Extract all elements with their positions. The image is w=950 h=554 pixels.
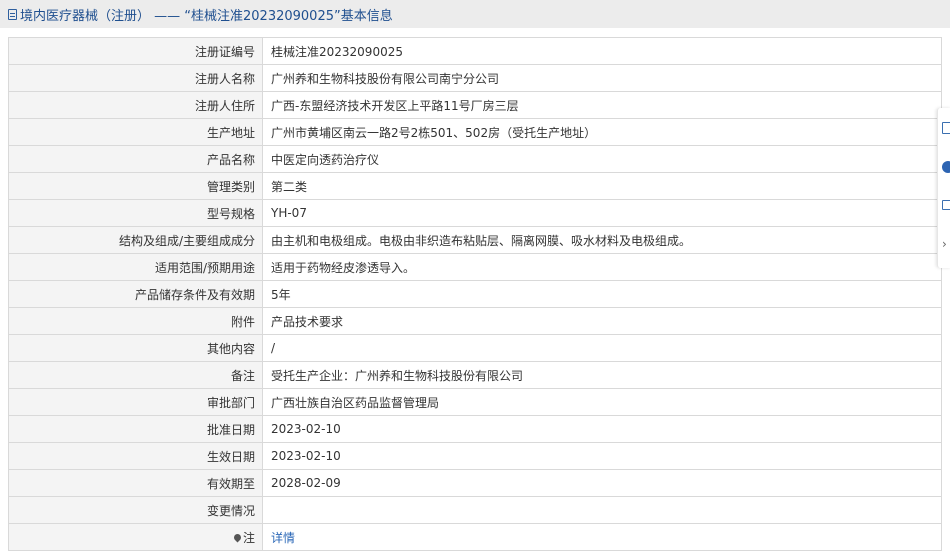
table-row: 适用范围/预期用途 适用于药物经皮渗透导入。 bbox=[8, 253, 942, 281]
row-value-valid-until: 2028-02-09 bbox=[262, 469, 942, 497]
table-row: 生产地址 广州市黄埔区南云一路2号2栋501、502房（受托生产地址） bbox=[8, 118, 942, 146]
row-value-registration-number: 桂械注准20232090025 bbox=[262, 37, 942, 65]
row-value-storage: 5年 bbox=[262, 280, 942, 308]
row-label-registration-number: 注册证编号 bbox=[8, 37, 263, 65]
table-row: 批准日期 2023-02-10 bbox=[8, 415, 942, 443]
table-row: 注册人名称 广州养和生物科技股份有限公司南宁分公司 bbox=[8, 64, 942, 92]
row-label-approval-dept: 审批部门 bbox=[8, 388, 263, 416]
row-label-structure: 结构及组成/主要组成成分 bbox=[8, 226, 263, 254]
side-toolbar: › bbox=[937, 108, 950, 268]
row-label-production-address: 生产地址 bbox=[8, 118, 263, 146]
row-value-remarks: 受托生产企业：广州养和生物科技股份有限公司 bbox=[262, 361, 942, 389]
table-row: 其他内容 / bbox=[8, 334, 942, 362]
row-value-structure: 由主机和电极组成。电极由非织造布粘贴层、隔离网膜、吸水材料及电极组成。 bbox=[262, 226, 942, 254]
print-icon[interactable] bbox=[942, 200, 950, 210]
row-value-intended-use: 适用于药物经皮渗透导入。 bbox=[262, 253, 942, 281]
row-label-note: 注 bbox=[8, 523, 263, 551]
table-row: 产品名称 中医定向透药治疗仪 bbox=[8, 145, 942, 173]
collapse-arrow-icon[interactable]: › bbox=[942, 238, 950, 250]
row-label-registrant-address: 注册人住所 bbox=[8, 91, 263, 119]
row-value-management-class: 第二类 bbox=[262, 172, 942, 200]
details-link[interactable]: 详情 bbox=[271, 531, 295, 545]
table-row: 变更情况 bbox=[8, 496, 942, 524]
row-value-attachment: 产品技术要求 bbox=[262, 307, 942, 335]
help-icon[interactable] bbox=[942, 161, 950, 173]
row-label-management-class: 管理类别 bbox=[8, 172, 263, 200]
table-row: 产品储存条件及有效期 5年 bbox=[8, 280, 942, 308]
row-label-effective-date: 生效日期 bbox=[8, 442, 263, 470]
table-row: 型号规格 YH-07 bbox=[8, 199, 942, 227]
row-value-registrant-name: 广州养和生物科技股份有限公司南宁分公司 bbox=[262, 64, 942, 92]
row-label-registrant-name: 注册人名称 bbox=[8, 64, 263, 92]
page-title: 境内医疗器械（注册） —— “桂械注准20232090025”基本信息 bbox=[20, 8, 393, 24]
note-label: 注 bbox=[242, 530, 255, 545]
row-label-approval-date: 批准日期 bbox=[8, 415, 263, 443]
detail-table: 注册证编号 桂械注准20232090025 注册人名称 广州养和生物科技股份有限… bbox=[8, 37, 942, 551]
row-value-production-address: 广州市黄埔区南云一路2号2栋501、502房（受托生产地址） bbox=[262, 118, 942, 146]
row-label-product-name: 产品名称 bbox=[8, 145, 263, 173]
row-value-model-spec: YH-07 bbox=[262, 199, 942, 227]
row-label-other: 其他内容 bbox=[8, 334, 263, 362]
row-value-other: / bbox=[262, 334, 942, 362]
row-label-intended-use: 适用范围/预期用途 bbox=[8, 253, 263, 281]
table-row: 审批部门 广西壮族自治区药品监督管理局 bbox=[8, 388, 942, 416]
row-value-registrant-address: 广西-东盟经济技术开发区上平路11号厂房三层 bbox=[262, 91, 942, 119]
table-row: 注册证编号 桂械注准20232090025 bbox=[8, 37, 942, 65]
table-row: 注 详情 bbox=[8, 523, 942, 551]
row-value-changes bbox=[262, 496, 942, 524]
table-row: 注册人住所 广西-东盟经济技术开发区上平路11号厂房三层 bbox=[8, 91, 942, 119]
table-row: 生效日期 2023-02-10 bbox=[8, 442, 942, 470]
pin-icon bbox=[232, 532, 243, 542]
detail-table-container: 注册证编号 桂械注准20232090025 注册人名称 广州养和生物科技股份有限… bbox=[8, 37, 942, 551]
table-row: 管理类别 第二类 bbox=[8, 172, 942, 200]
row-value-note: 详情 bbox=[262, 523, 942, 551]
document-icon bbox=[8, 8, 17, 20]
row-label-attachment: 附件 bbox=[8, 307, 263, 335]
row-label-storage: 产品储存条件及有效期 bbox=[8, 280, 263, 308]
row-value-approval-date: 2023-02-10 bbox=[262, 415, 942, 443]
row-label-model-spec: 型号规格 bbox=[8, 199, 263, 227]
row-label-remarks: 备注 bbox=[8, 361, 263, 389]
page-header: 境内医疗器械（注册） —— “桂械注准20232090025”基本信息 bbox=[0, 0, 950, 28]
table-row: 有效期至 2028-02-09 bbox=[8, 469, 942, 497]
table-row: 结构及组成/主要组成成分 由主机和电极组成。电极由非织造布粘贴层、隔离网膜、吸水… bbox=[8, 226, 942, 254]
row-value-approval-dept: 广西壮族自治区药品监督管理局 bbox=[262, 388, 942, 416]
row-label-valid-until: 有效期至 bbox=[8, 469, 263, 497]
row-value-product-name: 中医定向透药治疗仪 bbox=[262, 145, 942, 173]
edit-icon[interactable] bbox=[942, 122, 950, 134]
table-row: 备注 受托生产企业：广州养和生物科技股份有限公司 bbox=[8, 361, 942, 389]
row-label-changes: 变更情况 bbox=[8, 496, 263, 524]
table-row: 附件 产品技术要求 bbox=[8, 307, 942, 335]
row-value-effective-date: 2023-02-10 bbox=[262, 442, 942, 470]
